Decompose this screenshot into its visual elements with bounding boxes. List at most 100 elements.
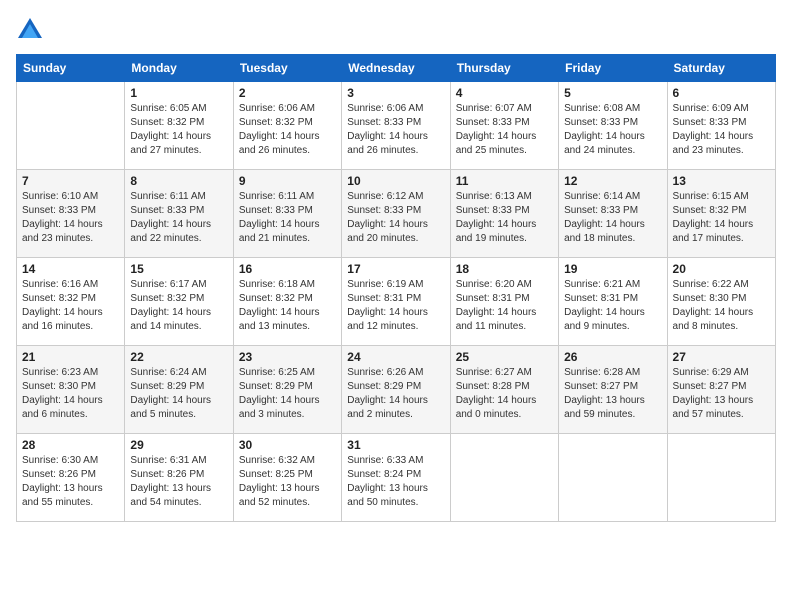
calendar-cell — [450, 434, 558, 522]
day-header-thursday: Thursday — [450, 55, 558, 82]
day-number: 5 — [564, 86, 661, 100]
calendar-cell: 23 Sunrise: 6:25 AMSunset: 8:29 PMDayligh… — [233, 346, 341, 434]
day-number: 20 — [673, 262, 770, 276]
day-info: Sunrise: 6:07 AMSunset: 8:33 PMDaylight:… — [456, 102, 553, 158]
day-info: Sunrise: 6:27 AMSunset: 8:28 PMDaylight:… — [456, 366, 553, 422]
day-info: Sunrise: 6:06 AMSunset: 8:32 PMDaylight:… — [239, 102, 336, 158]
week-row-2: 7Sunrise: 6:10 AMSunset: 8:33 PMDaylight… — [17, 170, 776, 258]
day-number: 18 — [456, 262, 553, 276]
calendar-header-row: SundayMondayTuesdayWednesdayThursdayFrid… — [17, 55, 776, 82]
day-info: Sunrise: 6:06 AMSunset: 8:33 PMDaylight:… — [347, 102, 444, 158]
day-header-sunday: Sunday — [17, 55, 125, 82]
logo — [16, 16, 48, 44]
calendar-cell: 2 Sunrise: 6:06 AMSunset: 8:32 PMDaylight… — [233, 82, 341, 170]
calendar-cell: 15 Sunrise: 6:17 AMSunset: 8:32 PMDayligh… — [125, 258, 233, 346]
day-info: Sunrise: 6:30 AMSunset: 8:26 PMDaylight:… — [22, 454, 119, 510]
day-info: Sunrise: 6:19 AMSunset: 8:31 PMDaylight:… — [347, 278, 444, 334]
day-info: Sunrise: 6:10 AMSunset: 8:33 PMDaylight:… — [22, 190, 119, 246]
calendar-cell — [559, 434, 667, 522]
calendar-cell: 30 Sunrise: 6:32 AMSunset: 8:25 PMDayligh… — [233, 434, 341, 522]
calendar-cell: 25 Sunrise: 6:27 AMSunset: 8:28 PMDayligh… — [450, 346, 558, 434]
day-info: Sunrise: 6:11 AMSunset: 8:33 PMDaylight:… — [130, 190, 227, 246]
calendar-cell: 22 Sunrise: 6:24 AMSunset: 8:29 PMDayligh… — [125, 346, 233, 434]
day-info: Sunrise: 6:11 AMSunset: 8:33 PMDaylight:… — [239, 190, 336, 246]
day-number: 17 — [347, 262, 444, 276]
day-info: Sunrise: 6:13 AMSunset: 8:33 PMDaylight:… — [456, 190, 553, 246]
day-number: 9 — [239, 174, 336, 188]
day-number: 12 — [564, 174, 661, 188]
day-number: 4 — [456, 86, 553, 100]
day-info: Sunrise: 6:18 AMSunset: 8:32 PMDaylight:… — [239, 278, 336, 334]
day-info: Sunrise: 6:24 AMSunset: 8:29 PMDaylight:… — [130, 366, 227, 422]
day-number: 11 — [456, 174, 553, 188]
day-number: 22 — [130, 350, 227, 364]
day-number: 23 — [239, 350, 336, 364]
calendar-cell: 6 Sunrise: 6:09 AMSunset: 8:33 PMDaylight… — [667, 82, 775, 170]
day-number: 21 — [22, 350, 119, 364]
calendar-cell: 27 Sunrise: 6:29 AMSunset: 8:27 PMDayligh… — [667, 346, 775, 434]
day-info: Sunrise: 6:29 AMSunset: 8:27 PMDaylight:… — [673, 366, 770, 422]
calendar-cell: 11 Sunrise: 6:13 AMSunset: 8:33 PMDayligh… — [450, 170, 558, 258]
day-number: 25 — [456, 350, 553, 364]
calendar-cell: 28Sunrise: 6:30 AMSunset: 8:26 PMDayligh… — [17, 434, 125, 522]
day-info: Sunrise: 6:26 AMSunset: 8:29 PMDaylight:… — [347, 366, 444, 422]
day-number: 24 — [347, 350, 444, 364]
day-info: Sunrise: 6:16 AMSunset: 8:32 PMDaylight:… — [22, 278, 119, 334]
day-number: 27 — [673, 350, 770, 364]
day-number: 31 — [347, 438, 444, 452]
day-info: Sunrise: 6:32 AMSunset: 8:25 PMDaylight:… — [239, 454, 336, 510]
day-number: 19 — [564, 262, 661, 276]
calendar-cell: 17 Sunrise: 6:19 AMSunset: 8:31 PMDayligh… — [342, 258, 450, 346]
day-info: Sunrise: 6:17 AMSunset: 8:32 PMDaylight:… — [130, 278, 227, 334]
page-header — [16, 16, 776, 44]
week-row-5: 28Sunrise: 6:30 AMSunset: 8:26 PMDayligh… — [17, 434, 776, 522]
day-number: 1 — [130, 86, 227, 100]
day-info: Sunrise: 6:05 AMSunset: 8:32 PMDaylight:… — [130, 102, 227, 158]
calendar-cell: 14 Sunrise: 6:16 AMSunset: 8:32 PMDayligh… — [17, 258, 125, 346]
calendar-cell — [17, 82, 125, 170]
calendar-cell: 7Sunrise: 6:10 AMSunset: 8:33 PMDaylight… — [17, 170, 125, 258]
calendar-cell: 29 Sunrise: 6:31 AMSunset: 8:26 PMDayligh… — [125, 434, 233, 522]
calendar-cell: 4 Sunrise: 6:07 AMSunset: 8:33 PMDaylight… — [450, 82, 558, 170]
day-info: Sunrise: 6:15 AMSunset: 8:32 PMDaylight:… — [673, 190, 770, 246]
day-info: Sunrise: 6:22 AMSunset: 8:30 PMDaylight:… — [673, 278, 770, 334]
day-number: 15 — [130, 262, 227, 276]
day-info: Sunrise: 6:25 AMSunset: 8:29 PMDaylight:… — [239, 366, 336, 422]
week-row-1: 1 Sunrise: 6:05 AMSunset: 8:32 PMDaylight… — [17, 82, 776, 170]
calendar-table: SundayMondayTuesdayWednesdayThursdayFrid… — [16, 54, 776, 522]
logo-icon — [16, 16, 44, 44]
calendar-cell: 5 Sunrise: 6:08 AMSunset: 8:33 PMDaylight… — [559, 82, 667, 170]
calendar-cell — [667, 434, 775, 522]
calendar-cell: 19Sunrise: 6:21 AMSunset: 8:31 PMDayligh… — [559, 258, 667, 346]
day-info: Sunrise: 6:08 AMSunset: 8:33 PMDaylight:… — [564, 102, 661, 158]
day-header-tuesday: Tuesday — [233, 55, 341, 82]
day-number: 30 — [239, 438, 336, 452]
day-info: Sunrise: 6:20 AMSunset: 8:31 PMDaylight:… — [456, 278, 553, 334]
calendar-cell: 24 Sunrise: 6:26 AMSunset: 8:29 PMDayligh… — [342, 346, 450, 434]
day-number: 8 — [130, 174, 227, 188]
day-info: Sunrise: 6:31 AMSunset: 8:26 PMDaylight:… — [130, 454, 227, 510]
day-header-saturday: Saturday — [667, 55, 775, 82]
day-info: Sunrise: 6:12 AMSunset: 8:33 PMDaylight:… — [347, 190, 444, 246]
calendar-cell: 1 Sunrise: 6:05 AMSunset: 8:32 PMDaylight… — [125, 82, 233, 170]
calendar-cell: 12Sunrise: 6:14 AMSunset: 8:33 PMDayligh… — [559, 170, 667, 258]
day-header-friday: Friday — [559, 55, 667, 82]
calendar-cell: 26Sunrise: 6:28 AMSunset: 8:27 PMDayligh… — [559, 346, 667, 434]
calendar-cell: 21 Sunrise: 6:23 AMSunset: 8:30 PMDayligh… — [17, 346, 125, 434]
day-number: 2 — [239, 86, 336, 100]
calendar-cell: 20 Sunrise: 6:22 AMSunset: 8:30 PMDayligh… — [667, 258, 775, 346]
day-number: 29 — [130, 438, 227, 452]
day-number: 10 — [347, 174, 444, 188]
day-info: Sunrise: 6:09 AMSunset: 8:33 PMDaylight:… — [673, 102, 770, 158]
day-number: 13 — [673, 174, 770, 188]
day-info: Sunrise: 6:33 AMSunset: 8:24 PMDaylight:… — [347, 454, 444, 510]
day-number: 3 — [347, 86, 444, 100]
day-info: Sunrise: 6:23 AMSunset: 8:30 PMDaylight:… — [22, 366, 119, 422]
calendar-cell: 13 Sunrise: 6:15 AMSunset: 8:32 PMDayligh… — [667, 170, 775, 258]
day-number: 14 — [22, 262, 119, 276]
day-number: 6 — [673, 86, 770, 100]
calendar-cell: 16Sunrise: 6:18 AMSunset: 8:32 PMDayligh… — [233, 258, 341, 346]
calendar-cell: 18 Sunrise: 6:20 AMSunset: 8:31 PMDayligh… — [450, 258, 558, 346]
calendar-cell: 3 Sunrise: 6:06 AMSunset: 8:33 PMDaylight… — [342, 82, 450, 170]
day-info: Sunrise: 6:28 AMSunset: 8:27 PMDaylight:… — [564, 366, 661, 422]
